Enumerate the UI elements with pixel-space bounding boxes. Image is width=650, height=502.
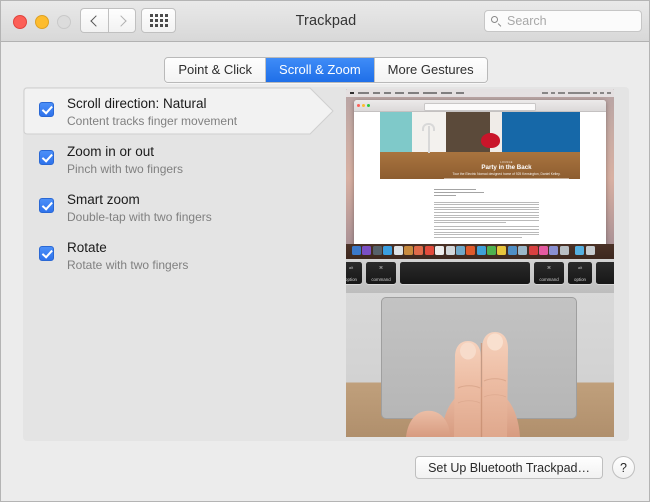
demo-article-meta [434, 189, 494, 196]
option-subtitle: Pinch with two fingers [67, 161, 183, 177]
checkbox-scroll-direction[interactable] [39, 102, 54, 117]
demo-article-paragraph [434, 202, 539, 238]
demo-key-spacebar [400, 262, 530, 284]
search-field[interactable] [484, 10, 642, 32]
option-row-smart-zoom[interactable]: Smart zoom Double-tap with two fingers [23, 183, 345, 231]
option-title: Scroll direction: Natural [67, 95, 237, 112]
demo-menu-bar [346, 89, 614, 97]
option-title: Zoom in or out [67, 143, 183, 160]
demo-menu-items [350, 92, 464, 95]
demo-safari-toolbar [354, 100, 606, 112]
demo-safari-traffic-lights [357, 104, 370, 107]
demo-safari-window: LOUNGE Party in the Back Tour the Electr… [354, 100, 606, 248]
demo-safari-url-bar [424, 103, 536, 111]
hero-wall-left [380, 112, 412, 152]
option-row-scroll-direction[interactable]: Scroll direction: Natural Content tracks… [23, 87, 345, 135]
option-subtitle: Rotate with two fingers [67, 257, 188, 273]
demo-hero-image: LOUNGE Party in the Back Tour the Electr… [380, 112, 580, 179]
option-row-rotate[interactable]: Rotate Rotate with two fingers [23, 231, 345, 279]
demo-key-option-right: alt option [568, 262, 592, 284]
trackpad-preferences-window: Trackpad Point & Click Scroll & Zoom Mor… [0, 0, 650, 502]
hero-subtitle: Tour the Electric Nomad designed home of… [433, 172, 580, 177]
demo-hero-overlay: LOUNGE Party in the Back Tour the Electr… [433, 161, 580, 179]
option-text-rotate: Rotate Rotate with two fingers [67, 239, 188, 273]
demo-dock-icons [352, 246, 595, 255]
checkbox-rotate[interactable] [39, 246, 54, 261]
video-frame: LOUNGE Party in the Back Tour the Electr… [346, 89, 614, 437]
hero-wall-right [502, 112, 580, 154]
title-bar: Trackpad [1, 1, 650, 42]
option-title: Smart zoom [67, 191, 212, 208]
option-text-scroll-direction: Scroll direction: Natural Content tracks… [67, 95, 237, 129]
option-text-zoom-in-or-out: Zoom in or out Pinch with two fingers [67, 143, 183, 177]
tab-group: Point & Click Scroll & Zoom More Gesture… [164, 57, 487, 83]
option-subtitle: Double-tap with two fingers [67, 209, 212, 225]
demo-key-arrow [596, 262, 614, 284]
demo-laptop-base [346, 293, 614, 437]
hero-red-object [481, 133, 500, 148]
demo-desktop: LOUNGE Party in the Back Tour the Electr… [346, 89, 614, 252]
checkmark-icon [41, 199, 52, 210]
demo-key-option-left: alt option [346, 262, 362, 284]
demo-hero-section: LOUNGE Party in the Back Tour the Electr… [354, 112, 606, 184]
checkmark-icon [41, 103, 52, 114]
set-up-bluetooth-trackpad-button[interactable]: Set Up Bluetooth Trackpad… [415, 456, 603, 479]
checkmark-icon [41, 151, 52, 162]
option-text-smart-zoom: Smart zoom Double-tap with two fingers [67, 191, 212, 225]
checkbox-smart-zoom[interactable] [39, 198, 54, 213]
demo-hand-two-fingers [346, 293, 614, 437]
option-subtitle: Content tracks finger movement [67, 113, 237, 129]
tab-more-gestures[interactable]: More Gestures [375, 58, 487, 82]
tab-scroll-and-zoom[interactable]: Scroll & Zoom [266, 58, 375, 82]
search-icon [491, 16, 502, 27]
checkmark-icon [41, 247, 52, 258]
tab-bar: Point & Click Scroll & Zoom More Gesture… [1, 57, 650, 83]
gesture-demo-video: LOUNGE Party in the Back Tour the Electr… [346, 89, 614, 437]
demo-keyboard: alt option ⌘ command ⌘ command alt opti [346, 259, 614, 293]
demo-article-body [354, 184, 606, 248]
hero-lamp [428, 126, 430, 153]
gesture-options-list: Scroll direction: Natural Content tracks… [23, 87, 345, 279]
hero-divider [444, 178, 569, 179]
tab-point-and-click[interactable]: Point & Click [165, 58, 266, 82]
demo-menu-status-items [542, 92, 611, 95]
checkbox-zoom-in-or-out[interactable] [39, 150, 54, 165]
help-button[interactable]: ? [612, 456, 635, 479]
content-panel: Scroll direction: Natural Content tracks… [23, 87, 629, 441]
demo-key-command-right: ⌘ command [534, 262, 564, 284]
option-title: Rotate [67, 239, 188, 256]
hero-title: Party in the Back [433, 164, 580, 172]
demo-key-command-left: ⌘ command [366, 262, 396, 284]
option-row-zoom-in-or-out[interactable]: Zoom in or out Pinch with two fingers [23, 135, 345, 183]
search-input[interactable] [507, 14, 632, 28]
